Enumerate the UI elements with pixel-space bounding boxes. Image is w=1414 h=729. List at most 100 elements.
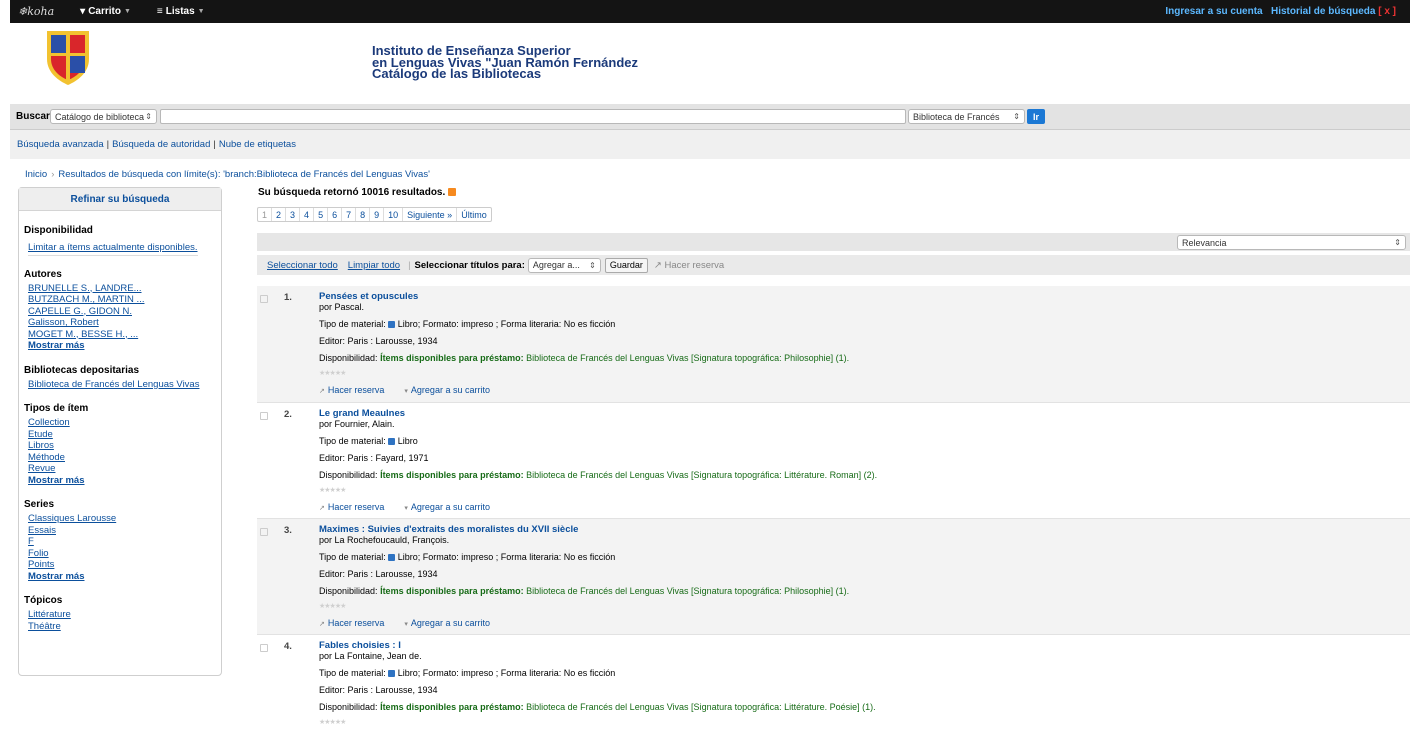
facet-item: Méthode	[28, 452, 221, 464]
koha-logo[interactable]: ❄koha	[18, 5, 54, 18]
series-facet-link[interactable]: Classiques Larousse	[28, 513, 116, 524]
authority-search-link[interactable]: Búsqueda de autoridad	[112, 139, 210, 150]
series-show-more-link[interactable]: Mostrar más	[28, 571, 85, 582]
search-input[interactable]	[160, 109, 906, 124]
itemtype-facet-link[interactable]: Méthode	[28, 452, 65, 463]
clear-history-button[interactable]: [ x ]	[1378, 6, 1396, 17]
author-facet-link[interactable]: BUTZBACH M., MARTIN ...	[28, 294, 144, 305]
pagination: 1 2 3 4 5 6 7 8 9 10 Siguiente » Último	[257, 207, 492, 222]
refine-title[interactable]: Refinar su búsqueda	[19, 188, 221, 211]
topic-facet-link[interactable]: Théâtre	[28, 621, 61, 632]
select-titles-label: Seleccionar títulos para:	[414, 259, 525, 271]
place-hold-link[interactable]: ↗ Hacer reserva	[319, 385, 394, 395]
page-link[interactable]: 8	[356, 208, 371, 221]
result-title-link[interactable]: Le grand Meaulnes	[319, 408, 877, 419]
select-all-link[interactable]: Seleccionar todo	[267, 260, 338, 271]
result-number: 3.	[284, 525, 292, 536]
result-actions: ↗ Hacer reserva ▾ Agregar a su carrito	[319, 618, 849, 630]
place-hold-link[interactable]: ↗ Hacer reserva	[319, 618, 394, 628]
series-facet-link[interactable]: Folio	[28, 548, 49, 559]
author-facet-link[interactable]: Galisson, Robert	[28, 317, 99, 328]
itemtype-facet-link[interactable]: Etude	[28, 429, 53, 440]
chevron-down-icon: ▼	[123, 8, 131, 15]
rating-stars-icon[interactable]: ★★★★★	[319, 368, 849, 379]
rating-stars-icon[interactable]: ★★★★★	[319, 485, 877, 496]
series-facet-link[interactable]: F	[28, 536, 34, 547]
institution-title: Instituto de Enseñanza Superior en Lengu…	[372, 43, 638, 81]
add-to-select[interactable]: Agregar a... ⇕	[527, 257, 601, 273]
result-number: 2.	[284, 409, 292, 420]
breadcrumb-home[interactable]: Inicio	[25, 169, 47, 180]
facet-item: Libros	[28, 440, 221, 452]
itemtype-facet-link[interactable]: Collection	[28, 417, 70, 428]
tag-cloud-link[interactable]: Nube de etiquetas	[219, 139, 296, 150]
page-link[interactable]: 2	[272, 208, 287, 221]
advanced-search-link[interactable]: Búsqueda avanzada	[17, 139, 104, 150]
itemtype-facet-link[interactable]: Libros	[28, 440, 54, 451]
clear-all-link[interactable]: Limpiar todo	[348, 260, 400, 271]
rss-icon[interactable]	[448, 188, 457, 197]
next-page-link[interactable]: Siguiente »	[403, 208, 458, 221]
page-link[interactable]: 3	[286, 208, 301, 221]
series-facet-link[interactable]: Essais	[28, 525, 56, 536]
authors-show-more-link[interactable]: Mostrar más	[28, 340, 85, 351]
add-to-cart-link[interactable]: ▾ Agregar a su carrito	[404, 385, 500, 395]
institution-shield-logo[interactable]	[45, 29, 91, 87]
library-select[interactable]: Biblioteca de Francés ⇕	[908, 109, 1025, 124]
sort-select[interactable]: Relevancia ⇕	[1177, 235, 1406, 250]
page-link[interactable]: 7	[342, 208, 357, 221]
refine-sidebar: Refinar su búsqueda Disponibilidad Limit…	[18, 187, 222, 676]
result-publisher: Editor: Paris : Larousse, 1934	[319, 569, 438, 579]
page-link[interactable]: 10	[384, 208, 404, 221]
search-history-link[interactable]: Historial de búsqueda	[1271, 6, 1375, 17]
rating-stars-icon[interactable]: ★★★★★	[319, 601, 849, 612]
save-button[interactable]: Guardar	[604, 257, 648, 273]
facet-item: Théâtre	[28, 621, 221, 633]
cart-icon: ▾	[404, 621, 408, 628]
topics-heading: Tópicos	[24, 595, 63, 606]
author-facet-link[interactable]: MOGET M., BESSE H., ...	[28, 329, 138, 340]
breadcrumb: Inicio › Resultados de búsqueda con límite…	[25, 169, 430, 180]
facet-item: Revue	[28, 463, 221, 475]
result-availability: Disponibilidad: Ítems disponibles para p…	[319, 470, 878, 480]
result-checkbox[interactable]	[260, 412, 268, 420]
author-facet-link[interactable]: BRUNELLE S., LANDRE...	[28, 283, 142, 294]
result-title-link[interactable]: Fables choisies : I	[319, 640, 876, 651]
login-link[interactable]: Ingresar a su cuenta	[1165, 6, 1262, 17]
search-go-button[interactable]: Ir	[1027, 109, 1045, 124]
rating-stars-icon[interactable]: ★★★★★	[319, 717, 876, 728]
itemtypes-show-more-link[interactable]: Mostrar más	[28, 475, 85, 486]
result-checkbox[interactable]	[260, 644, 268, 652]
page-link[interactable]: 6	[328, 208, 343, 221]
cart-icon: ▾	[80, 6, 86, 17]
result-checkbox[interactable]	[260, 295, 268, 303]
page-link[interactable]: 4	[300, 208, 315, 221]
cart-menu[interactable]: ▾ Carrito ▼	[80, 6, 131, 17]
result-actions: ↗ Hacer reserva ▾ Agregar a su carrito	[319, 385, 849, 397]
add-to-cart-link[interactable]: ▾ Agregar a su carrito	[404, 618, 500, 628]
result-title-link[interactable]: Maximes : Suivies d'extraits des moralis…	[319, 524, 849, 535]
hold-icon: ↗	[319, 621, 325, 628]
library-facet-link[interactable]: Biblioteca de Francés del Lenguas Vivas	[28, 379, 199, 390]
place-hold-toolbar-link[interactable]: ↗ Hacer reserva	[654, 260, 724, 271]
book-icon	[388, 670, 396, 678]
series-heading: Series	[24, 499, 55, 510]
result-checkbox[interactable]	[260, 528, 268, 536]
limit-available-link[interactable]: Limitar a ítems actualmente disponibles.	[28, 242, 198, 253]
result-title-link[interactable]: Pensées et opuscules	[319, 291, 849, 302]
itemtype-facet-link[interactable]: Revue	[28, 463, 55, 474]
place-hold-link[interactable]: ↗ Hacer reserva	[319, 502, 394, 512]
last-page-link[interactable]: Último	[457, 208, 491, 221]
breadcrumb-current[interactable]: Resultados de búsqueda con límite(s): 'b…	[58, 169, 430, 180]
result-row: 2. Le grand Meaulnes por Fournier, Alain…	[257, 403, 1410, 519]
add-to-cart-link[interactable]: ▾ Agregar a su carrito	[404, 502, 500, 512]
topic-facet-link[interactable]: Littérature	[28, 609, 71, 620]
lists-menu[interactable]: ≡ Listas ▼	[157, 6, 205, 17]
catalog-select[interactable]: Catálogo de biblioteca ⇕	[50, 109, 157, 124]
series-facet-link[interactable]: Points	[28, 559, 54, 570]
select-arrows-icon: ⇕	[145, 112, 152, 121]
page-link[interactable]: 5	[314, 208, 329, 221]
result-number: 1.	[284, 292, 292, 303]
page-link[interactable]: 9	[370, 208, 385, 221]
author-facet-link[interactable]: CAPELLE G., GIDON N.	[28, 306, 132, 317]
